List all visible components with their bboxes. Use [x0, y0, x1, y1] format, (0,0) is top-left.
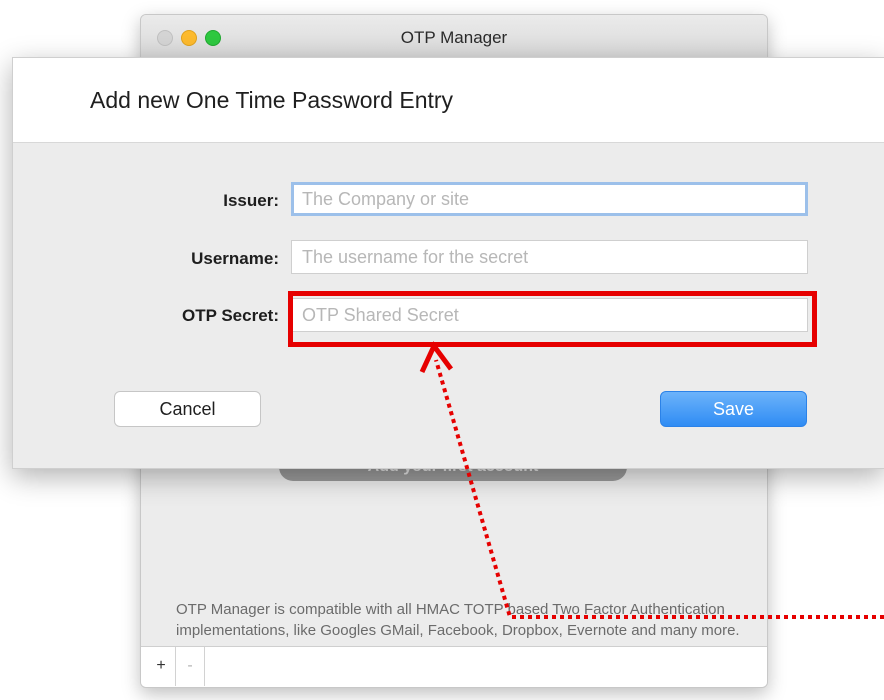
otp-secret-label: OTP Secret:	[181, 306, 279, 325]
issuer-label: Issuer:	[223, 191, 279, 210]
titlebar: OTP Manager	[141, 15, 767, 60]
compatibility-text: OTP Manager is compatible with all HMAC …	[176, 601, 740, 639]
remove-account-button[interactable]: -	[176, 647, 205, 686]
username-label: Username:	[191, 249, 279, 268]
otp-secret-input[interactable]	[291, 298, 808, 332]
cancel-button[interactable]: Cancel	[114, 391, 261, 427]
window-title: OTP Manager	[400, 28, 508, 47]
sheet-title: Add new One Time Password Entry	[90, 87, 454, 113]
save-button[interactable]: Save	[660, 391, 807, 427]
add-entry-sheet: Add new One Time Password Entry Issuer: …	[12, 57, 884, 469]
add-account-button[interactable]: +	[147, 647, 176, 686]
issuer-input[interactable]	[291, 182, 808, 216]
sheet-header: Add new One Time Password Entry	[13, 58, 884, 143]
bottom-toolbar: + -	[141, 646, 767, 687]
username-input[interactable]	[291, 240, 808, 274]
